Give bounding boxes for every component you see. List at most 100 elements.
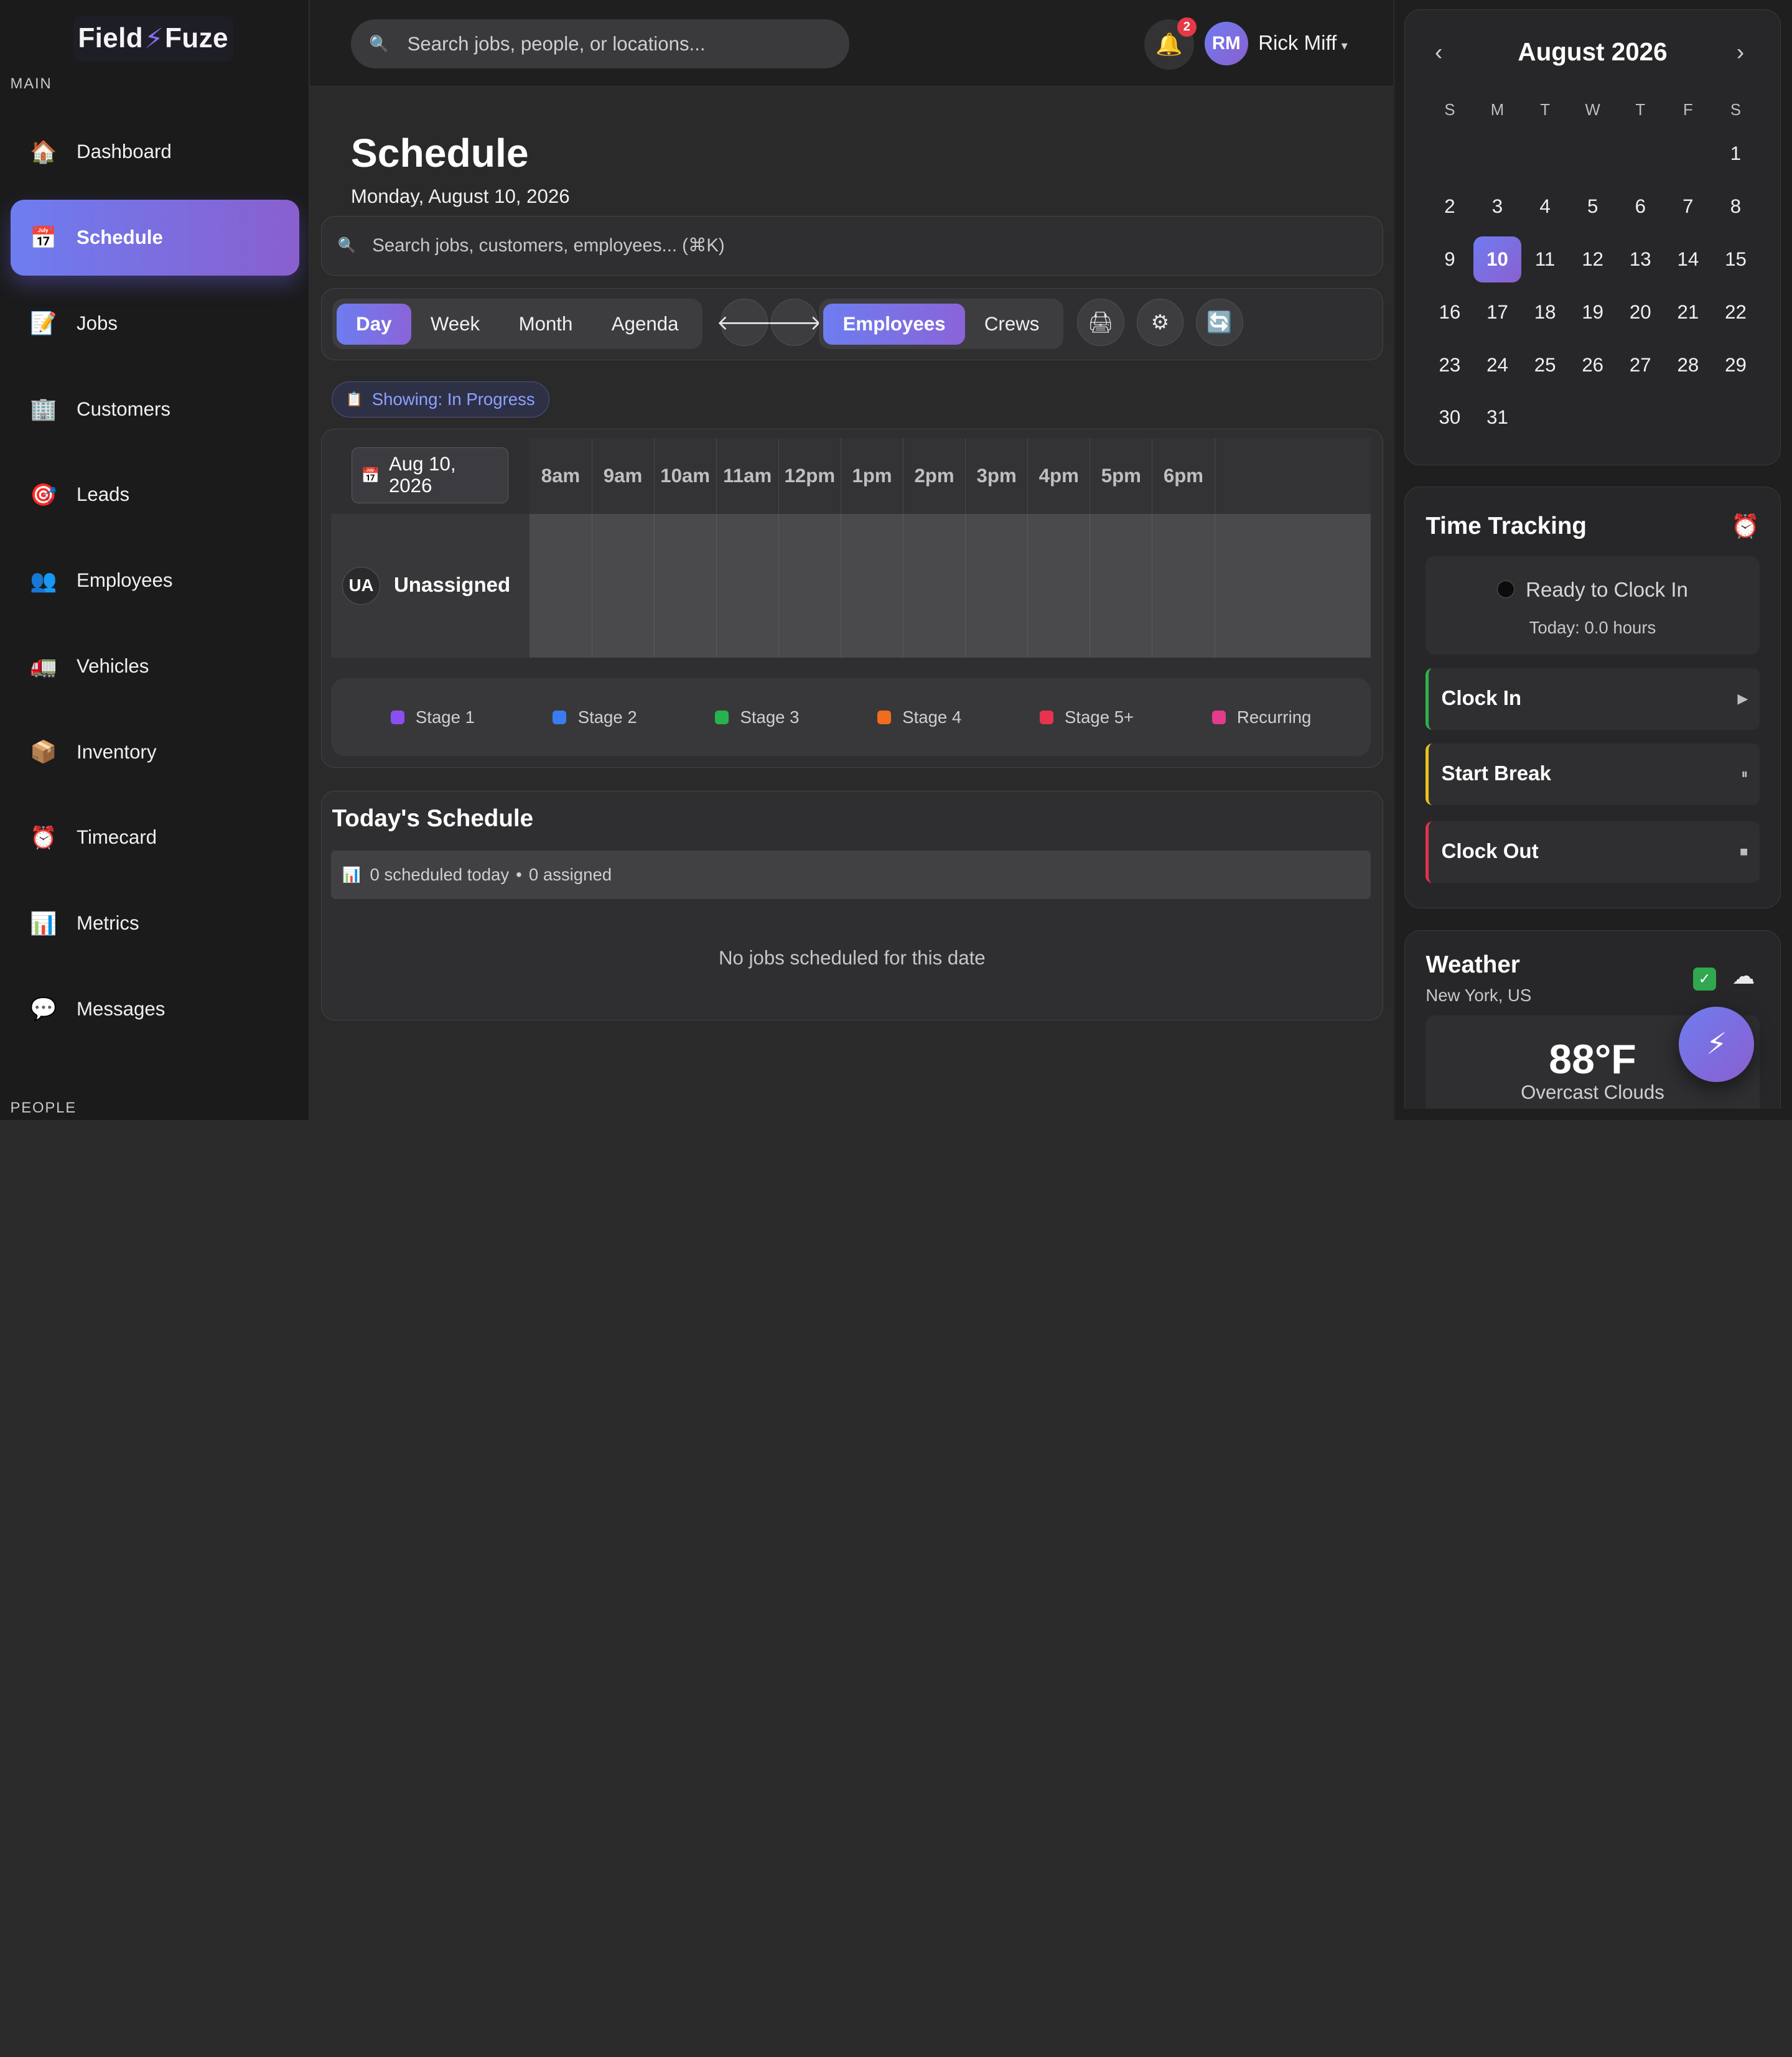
schedule-grid: 📅 Aug 10, 2026 8am 9am 10am 11am 12pm 1pm 2pm 3… (321, 428, 1383, 768)
time-slot[interactable] (1090, 513, 1153, 658)
sidebar-item-messages[interactable]: 💬 Messages (11, 971, 300, 1047)
settings-button[interactable]: ⚙ (1136, 299, 1184, 346)
sidebar-item-metrics[interactable]: 📊 Metrics (11, 885, 300, 961)
calendar-day[interactable]: 13 (1617, 236, 1664, 282)
calendar-day[interactable]: 18 (1521, 289, 1569, 335)
clock-status-card: Ready to Clock In Today: 0.0 hours (1426, 556, 1760, 655)
time-slot[interactable] (841, 513, 904, 658)
weekday-label: M (1490, 101, 1505, 119)
group-tab-crews[interactable]: Crews (965, 304, 1059, 345)
legend-item: Stage 3 (715, 707, 799, 727)
calendar-next-button[interactable]: › (1737, 39, 1744, 65)
time-slot[interactable] (1152, 513, 1215, 658)
calendar-day[interactable]: 6 (1617, 184, 1664, 229)
calendar-day[interactable]: 1 (1712, 131, 1760, 176)
calendar-day[interactable]: 27 (1617, 342, 1664, 388)
calendar-day[interactable]: 22 (1712, 289, 1760, 335)
next-button[interactable]: 🡒 (767, 299, 822, 346)
todays-schedule-title: Today's Schedule (332, 805, 534, 833)
notifications-button[interactable]: 🔔 2 (1144, 17, 1197, 70)
sidebar-item-jobs[interactable]: 📝 Jobs (11, 286, 300, 361)
time-slot[interactable] (1028, 513, 1091, 658)
time-slot[interactable] (530, 513, 592, 658)
calendar-day[interactable]: 20 (1617, 289, 1664, 335)
view-tab-week[interactable]: Week (411, 304, 500, 345)
calendar-day[interactable]: 24 (1473, 342, 1521, 388)
time-slot[interactable] (779, 513, 841, 658)
brand-logo[interactable]: Field ⚡ Fuze (73, 16, 233, 62)
calendar-day[interactable]: 29 (1712, 342, 1760, 388)
calendar-day[interactable]: 10 (1473, 236, 1522, 282)
refresh-button[interactable]: 🔄 (1196, 299, 1243, 346)
quick-action-button[interactable]: ⚡ (1679, 1007, 1755, 1083)
calendar-day[interactable]: 3 (1473, 184, 1521, 229)
sidebar-item-customers[interactable]: 🏢 Customers (11, 371, 300, 447)
status-filter-label: Showing: In Progress (371, 389, 535, 409)
calendar-day[interactable]: 12 (1569, 236, 1617, 282)
legend-swatch (390, 710, 404, 724)
global-search[interactable]: 🔍 (350, 19, 849, 69)
time-action-label: Start Break (1441, 762, 1551, 786)
calendar-day[interactable]: 28 (1664, 342, 1712, 388)
calendar-day[interactable]: 25 (1521, 342, 1569, 388)
todays-schedule: Today's Schedule 📊 0 scheduled today • 0… (321, 790, 1383, 1021)
calendar-day[interactable]: 15 (1712, 236, 1760, 282)
global-search-input[interactable] (404, 31, 821, 57)
sidebar-item-employees[interactable]: 👥 Employees (11, 543, 300, 618)
employee-initials: UA (342, 566, 380, 605)
people-icon: 👥 (30, 568, 57, 593)
time-slot[interactable] (903, 513, 966, 658)
calendar-day[interactable]: 23 (1426, 342, 1473, 388)
time-slot[interactable] (966, 513, 1029, 658)
calendar-day[interactable]: 26 (1569, 342, 1617, 388)
print-button[interactable]: 🖨 (1077, 299, 1124, 346)
sidebar-item-leads[interactable]: 🎯 Leads (11, 457, 300, 533)
view-tab-month[interactable]: Month (499, 304, 592, 345)
calendar-day[interactable]: 31 (1473, 395, 1521, 441)
time-slot[interactable] (717, 513, 779, 658)
hour-label: 8am (530, 438, 592, 514)
right-panel: ‹ August 2026 › S M T W T F S 1 2 3 4 5 6 7 8 9 10 11 12 13… (1394, 0, 1792, 1120)
calendar-day[interactable]: 9 (1426, 236, 1473, 282)
clock-in-button[interactable]: Clock In ▶ (1426, 668, 1760, 730)
start-break-button[interactable]: Start Break ⏸ (1426, 743, 1760, 805)
calendar-day[interactable]: 19 (1569, 289, 1617, 335)
sidebar-item-inventory[interactable]: 📦 Inventory (11, 714, 300, 790)
time-slot[interactable] (592, 513, 655, 658)
calendar-day[interactable]: 14 (1664, 236, 1712, 282)
calendar-day[interactable]: 7 (1664, 184, 1712, 229)
status-filter-chip[interactable]: 📋 Showing: In Progress (331, 381, 549, 417)
calendar-day[interactable]: 17 (1473, 289, 1521, 335)
calendar-day[interactable]: 5 (1569, 184, 1617, 229)
building-icon: 🏢 (30, 397, 57, 422)
user-avatar[interactable]: RM (1204, 21, 1248, 65)
calendar-day[interactable]: 8 (1712, 184, 1760, 229)
sidebar-item-schedule[interactable]: 📅 Schedule (10, 200, 300, 276)
calendar-day[interactable]: 21 (1664, 289, 1712, 335)
calendar-day[interactable]: 16 (1426, 289, 1473, 335)
calendar-day[interactable]: 4 (1521, 184, 1569, 229)
speech-bubble-icon: 💬 (30, 997, 57, 1022)
hour-label: 9am (592, 438, 655, 514)
calendar-day[interactable]: 30 (1426, 395, 1473, 441)
time-slot[interactable] (655, 513, 717, 658)
view-tab-day[interactable]: Day (336, 303, 411, 345)
weekday-label: W (1585, 101, 1600, 119)
prev-button[interactable]: 🡐 (717, 299, 772, 346)
user-menu[interactable]: Rick Miff ▾ (1258, 32, 1348, 55)
clock-out-button[interactable]: Clock Out ■ (1426, 821, 1760, 883)
schedule-search-input[interactable] (370, 234, 1289, 258)
house-icon: 🏠 (30, 139, 57, 164)
target-icon: 🎯 (30, 482, 57, 507)
calendar-day[interactable]: 11 (1521, 236, 1569, 282)
calendar-day[interactable]: 2 (1426, 184, 1473, 229)
sidebar-item-timecard[interactable]: ⏰ Timecard (11, 800, 300, 875)
employee-row-header[interactable]: UA Unassigned (330, 513, 530, 658)
status-dot-icon (1497, 581, 1514, 599)
group-tab-employees[interactable]: Employees (823, 303, 965, 345)
schedule-search[interactable]: 🔍 (321, 216, 1383, 276)
sidebar-item-dashboard[interactable]: 🏠 Dashboard (11, 114, 300, 190)
grid-date-picker[interactable]: 📅 Aug 10, 2026 (351, 447, 508, 504)
view-tab-agenda[interactable]: Agenda (592, 304, 698, 345)
sidebar-item-vehicles[interactable]: 🚛 Vehicles (11, 628, 300, 704)
